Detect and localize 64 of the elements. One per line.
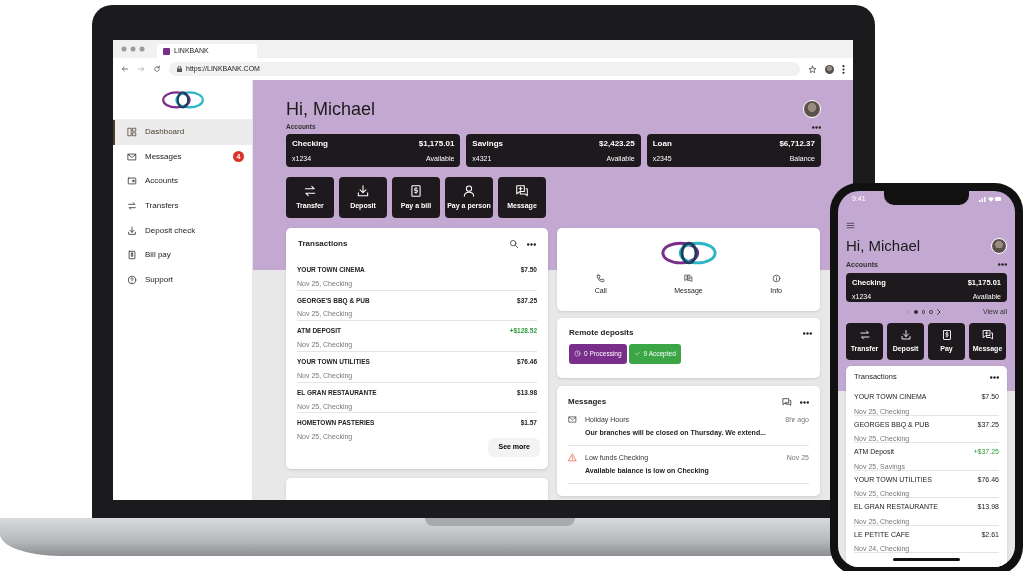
check-icon	[633, 350, 641, 358]
back-arrow-icon[interactable]	[121, 65, 129, 73]
warning-triangle-icon	[568, 453, 577, 462]
account-name: Savings	[472, 138, 503, 150]
logo-rings-icon	[659, 240, 718, 267]
more-icon[interactable]	[812, 125, 821, 129]
chat-plus-icon	[981, 328, 994, 341]
nav-item[interactable]: Deposit check	[113, 218, 252, 243]
download-tray-icon	[127, 225, 137, 236]
more-icon[interactable]	[990, 375, 999, 379]
question-circle-icon	[127, 274, 137, 285]
info-icon	[771, 274, 781, 284]
card-title: Messages	[568, 396, 607, 408]
swap-arrows-icon	[127, 201, 137, 212]
card-title: Transactions	[298, 238, 348, 250]
download-tray-icon	[356, 183, 370, 198]
more-icon[interactable]	[800, 400, 809, 404]
receipt-dollar-icon	[127, 250, 137, 261]
phone-icon	[596, 274, 606, 284]
nav-item[interactable]: Bill pay	[113, 242, 252, 268]
menu-icon[interactable]	[846, 221, 855, 231]
page-dot[interactable]	[914, 310, 918, 314]
avatar[interactable]	[825, 64, 834, 74]
download-tray-icon	[899, 328, 912, 341]
nav-item[interactable]: Transfers	[113, 193, 252, 219]
account-name: Checking	[292, 138, 328, 150]
search-icon	[509, 239, 519, 249]
dashboard-icon	[127, 127, 137, 138]
star-icon[interactable]	[808, 64, 817, 74]
more-icon[interactable]	[998, 263, 1007, 267]
envelope-icon	[568, 415, 577, 424]
chat-bubbles-icon	[782, 397, 792, 407]
chat-plus-icon	[684, 274, 693, 284]
clock-icon	[574, 350, 581, 358]
chevron-right-icon[interactable]	[936, 309, 941, 315]
receipt-dollar-icon	[940, 328, 953, 341]
more-icon[interactable]	[803, 331, 812, 335]
account-balance: $1,175.01	[418, 138, 455, 150]
avatar[interactable]	[803, 100, 821, 118]
wallet-icon	[127, 176, 137, 187]
more-icon[interactable]	[527, 242, 536, 246]
favicon-icon	[163, 47, 170, 55]
swap-arrows-icon	[858, 328, 871, 341]
status-icons	[979, 196, 1001, 202]
account-balance: $2,423.25	[599, 138, 635, 150]
reload-icon[interactable]	[153, 65, 161, 73]
swap-arrows-icon	[303, 183, 317, 198]
receipt-dollar-icon	[409, 183, 423, 198]
home-indicator	[893, 558, 960, 561]
lock-icon	[177, 66, 182, 72]
kebab-menu-icon[interactable]	[842, 64, 845, 74]
chat-plus-icon	[515, 183, 529, 198]
card-title: Remote deposits	[569, 327, 634, 339]
nav-item[interactable]: Dashboard	[113, 120, 252, 145]
logo-rings-icon	[160, 89, 205, 110]
account-name: Loan	[652, 138, 672, 150]
greeting: Hi, Michael	[846, 236, 921, 256]
envelope-icon	[127, 151, 137, 162]
account-balance: $6,712.37	[779, 138, 815, 150]
greeting: Hi, Michael	[286, 100, 376, 118]
nav-item[interactable]: Accounts	[113, 169, 252, 194]
avatar[interactable]	[991, 238, 1007, 255]
nav-item[interactable]: Support	[113, 267, 252, 293]
person-icon	[462, 183, 476, 198]
